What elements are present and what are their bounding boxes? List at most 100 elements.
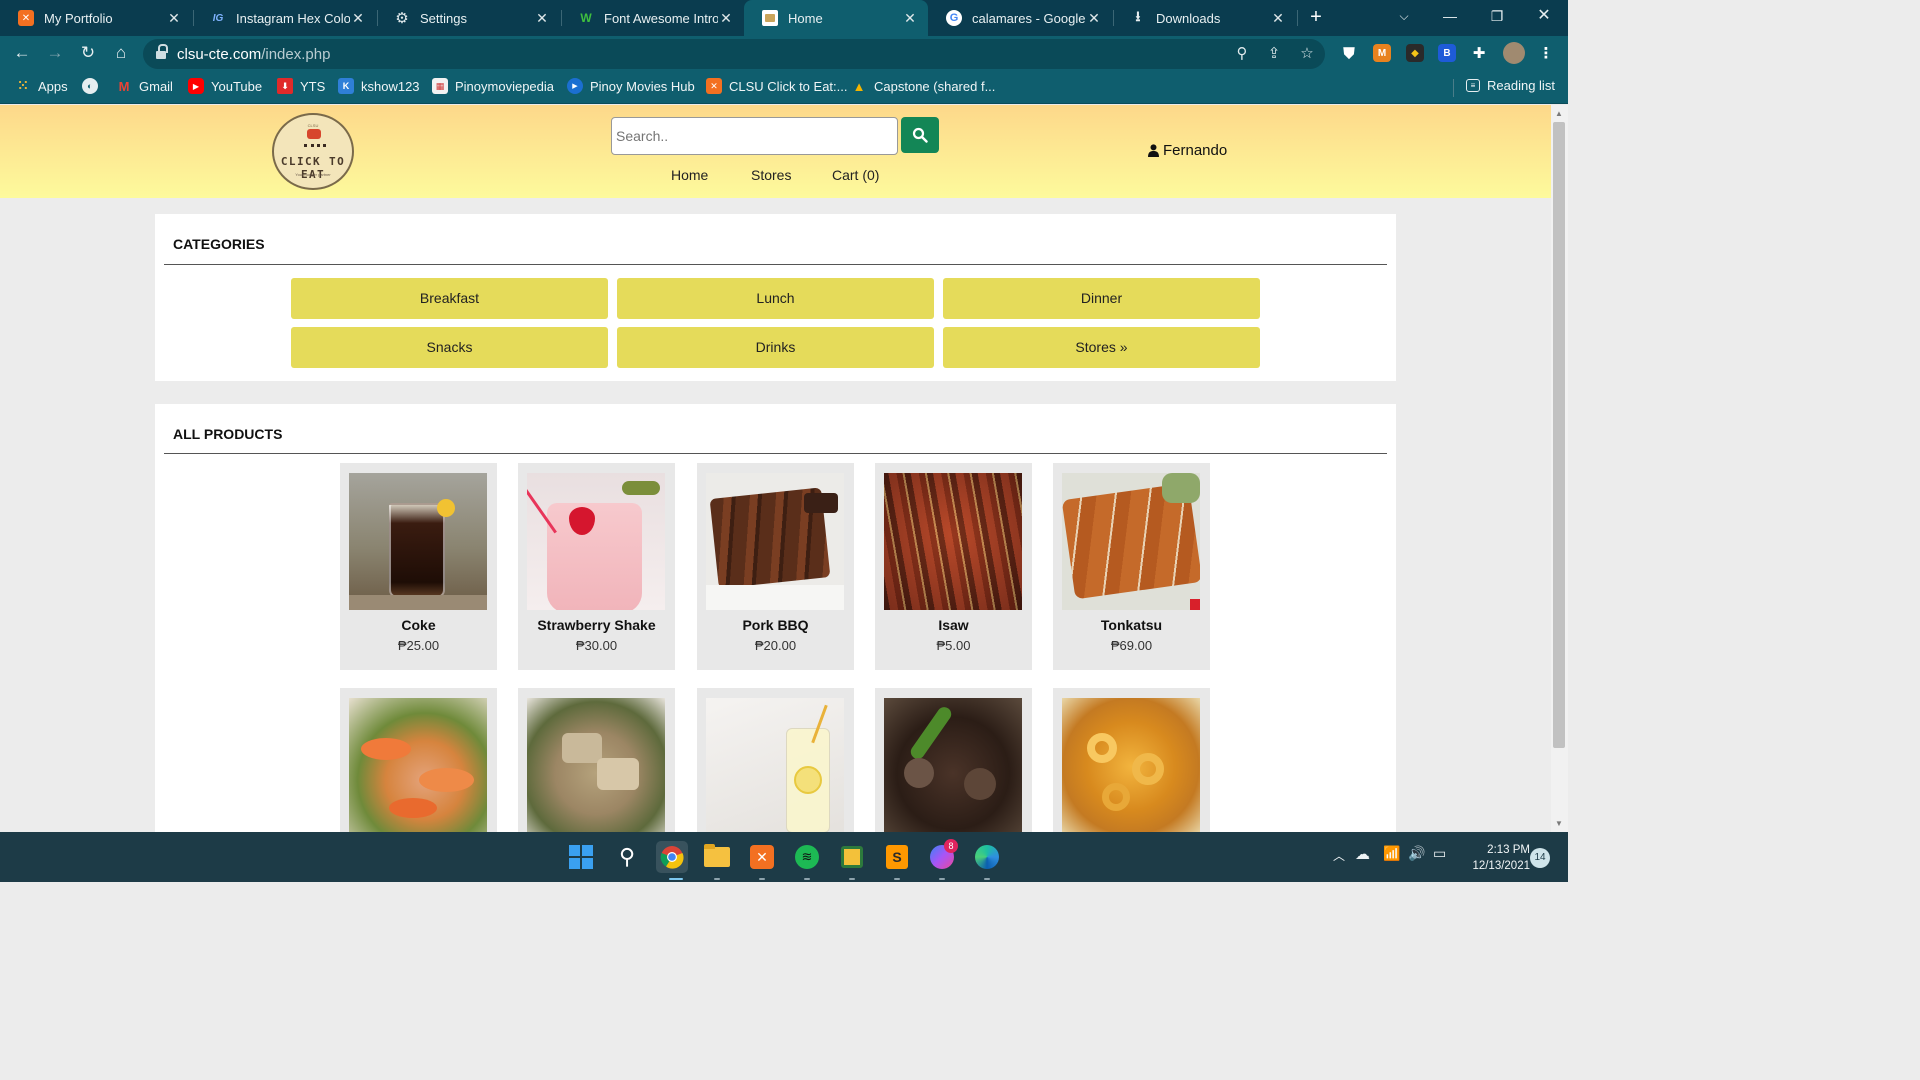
sheets-app-icon[interactable] bbox=[836, 841, 868, 873]
product-image[interactable] bbox=[1062, 473, 1200, 610]
zoom-icon[interactable]: ⚲ bbox=[1232, 45, 1252, 65]
chrome-icon[interactable] bbox=[656, 841, 688, 873]
spotify-icon[interactable]: ≋ bbox=[791, 841, 823, 873]
wifi-icon[interactable]: 📶 bbox=[1383, 845, 1400, 862]
search-input[interactable] bbox=[611, 117, 898, 155]
new-tab-button[interactable]: + bbox=[1305, 5, 1327, 29]
close-icon[interactable]: ✕ bbox=[350, 10, 366, 27]
messenger-icon[interactable]: 8 bbox=[926, 839, 958, 873]
nav-stores[interactable]: Stores bbox=[751, 167, 791, 183]
product-image[interactable] bbox=[1062, 698, 1200, 832]
close-window-button[interactable]: ✕ bbox=[1521, 0, 1567, 34]
xampp-icon[interactable]: ✕ bbox=[746, 841, 778, 873]
bookmark-pinoymoviepedia[interactable]: ▦ Pinoymoviepedia bbox=[432, 78, 554, 94]
category-stores-button[interactable]: Stores » bbox=[943, 327, 1260, 368]
back-arrow-icon[interactable]: ← bbox=[10, 42, 34, 66]
product-card[interactable]: Tonkatsu ₱69.00 bbox=[1053, 463, 1210, 670]
tab-font-awesome-intro[interactable]: W Font Awesome Intro ✕ bbox=[560, 0, 744, 36]
product-card[interactable]: Pork BBQ ₱20.00 bbox=[697, 463, 854, 670]
home-icon[interactable]: ⌂ bbox=[109, 42, 133, 66]
sublime-text-icon[interactable]: S bbox=[881, 841, 913, 873]
notification-count-badge[interactable]: 14 bbox=[1530, 848, 1550, 868]
tab-instagram-hex-colors[interactable]: IG Instagram Hex Colors ✕ bbox=[192, 0, 376, 36]
menu-kebab-icon[interactable]: ⋮ bbox=[1537, 44, 1555, 62]
cube-extension-icon[interactable]: ◆ bbox=[1406, 44, 1424, 62]
category-dinner-button[interactable]: Dinner bbox=[943, 278, 1260, 319]
category-breakfast-button[interactable]: Breakfast bbox=[291, 278, 608, 319]
product-card[interactable]: Coke ₱25.00 bbox=[340, 463, 497, 670]
product-card[interactable] bbox=[518, 688, 675, 832]
search-button[interactable] bbox=[901, 117, 939, 153]
product-name[interactable]: Pork BBQ bbox=[697, 617, 854, 633]
product-name[interactable]: Coke bbox=[340, 617, 497, 633]
battery-icon[interactable]: ▭ bbox=[1433, 845, 1446, 862]
product-image[interactable] bbox=[706, 473, 844, 610]
close-icon[interactable]: ✕ bbox=[1270, 10, 1286, 27]
product-image[interactable] bbox=[527, 698, 665, 832]
edge-icon[interactable] bbox=[971, 841, 1003, 873]
bookmark-star-icon[interactable]: ☆ bbox=[1297, 45, 1317, 65]
user-menu[interactable]: Fernando bbox=[1148, 142, 1227, 159]
product-name[interactable]: Strawberry Shake bbox=[518, 617, 675, 633]
profile-avatar[interactable] bbox=[1503, 42, 1525, 64]
tab-my-portfolio[interactable]: ✕ My Portfolio ✕ bbox=[0, 0, 192, 36]
minimize-button[interactable]: — bbox=[1427, 0, 1473, 34]
metamask-extension-icon[interactable]: M bbox=[1373, 44, 1391, 62]
scrollbar-thumb[interactable] bbox=[1553, 122, 1565, 748]
product-card[interactable] bbox=[697, 688, 854, 832]
category-snacks-button[interactable]: Snacks bbox=[291, 327, 608, 368]
shield-extension-icon[interactable]: ⛊ bbox=[1340, 44, 1358, 62]
forward-arrow-icon[interactable]: → bbox=[43, 42, 67, 66]
extensions-puzzle-icon[interactable]: ✚ bbox=[1470, 44, 1488, 62]
product-image[interactable] bbox=[706, 698, 844, 832]
click-to-eat-logo[interactable]: CLSU CLICK TO EAT Your hunger partner bbox=[272, 113, 354, 190]
tab-calamares-google[interactable]: G calamares - Google S ✕ bbox=[928, 0, 1112, 36]
bookmark-pinoy-movies-hub[interactable]: ▶ Pinoy Movies Hub bbox=[567, 78, 695, 94]
bookmark-clsu-click-to-eat[interactable]: ✕ CLSU Click to Eat:... bbox=[706, 78, 847, 94]
product-image[interactable] bbox=[349, 698, 487, 832]
product-image[interactable] bbox=[527, 473, 665, 610]
file-explorer-icon[interactable] bbox=[701, 841, 733, 873]
tab-downloads[interactable]: ⭳ Downloads ✕ bbox=[1112, 0, 1296, 36]
scroll-up-arrow-icon[interactable]: ▲ bbox=[1553, 108, 1565, 120]
reading-list-button[interactable]: ≡ Reading list bbox=[1466, 78, 1555, 93]
bookmark-yts[interactable]: ⬇ YTS bbox=[277, 78, 325, 94]
onedrive-cloud-icon[interactable]: ☁ bbox=[1355, 845, 1370, 863]
close-icon[interactable]: ✕ bbox=[166, 10, 182, 27]
address-bar[interactable]: clsu-cte.com/index.php ⚲ ⇪ ☆ bbox=[143, 39, 1325, 69]
bookmark-capstone[interactable]: ▲ Capstone (shared f... bbox=[851, 78, 996, 94]
bookmark-gmail[interactable]: M Gmail bbox=[116, 78, 173, 94]
product-card[interactable]: Isaw ₱5.00 bbox=[875, 463, 1032, 670]
nav-home[interactable]: Home bbox=[671, 167, 708, 183]
bookmark-apps[interactable]: ⁙ Apps bbox=[15, 78, 68, 94]
product-card[interactable] bbox=[1053, 688, 1210, 832]
product-card[interactable]: Strawberry Shake ₱30.00 bbox=[518, 463, 675, 670]
tab-home[interactable]: Home ✕ bbox=[744, 0, 928, 36]
lock-icon[interactable] bbox=[156, 44, 168, 59]
share-icon[interactable]: ⇪ bbox=[1264, 45, 1284, 65]
tab-settings[interactable]: ⚙ Settings ✕ bbox=[376, 0, 560, 36]
reload-icon[interactable]: ↻ bbox=[76, 42, 100, 66]
product-image[interactable] bbox=[349, 473, 487, 610]
bookmark-kshow123[interactable]: K kshow123 bbox=[338, 78, 420, 94]
scroll-down-arrow-icon[interactable]: ▼ bbox=[1553, 818, 1565, 830]
tray-overflow-chevron-icon[interactable]: ︿ bbox=[1333, 847, 1345, 864]
volume-icon[interactable]: 🔊 bbox=[1408, 845, 1425, 862]
product-card[interactable] bbox=[340, 688, 497, 832]
close-icon[interactable]: ✕ bbox=[1086, 10, 1102, 27]
bookmark-youtube[interactable]: ▶ YouTube bbox=[188, 78, 262, 94]
product-name[interactable]: Tonkatsu bbox=[1053, 617, 1210, 633]
bookmark-globe[interactable]: ◐ bbox=[82, 78, 105, 94]
close-icon[interactable]: ✕ bbox=[534, 10, 550, 27]
category-drinks-button[interactable]: Drinks bbox=[617, 327, 934, 368]
nav-cart[interactable]: Cart (0) bbox=[832, 167, 879, 183]
tab-search-chevron-icon[interactable]: ⌵ bbox=[1381, 0, 1427, 34]
url-text[interactable]: clsu-cte.com/index.php bbox=[177, 46, 330, 63]
close-icon[interactable]: ✕ bbox=[718, 10, 734, 27]
search-icon[interactable]: ⚲ bbox=[611, 841, 643, 873]
product-image[interactable] bbox=[884, 473, 1022, 610]
close-icon[interactable]: ✕ bbox=[902, 10, 918, 27]
product-image[interactable] bbox=[884, 698, 1022, 832]
category-lunch-button[interactable]: Lunch bbox=[617, 278, 934, 319]
system-clock[interactable]: 2:13 PM 12/13/2021 bbox=[1460, 842, 1530, 874]
